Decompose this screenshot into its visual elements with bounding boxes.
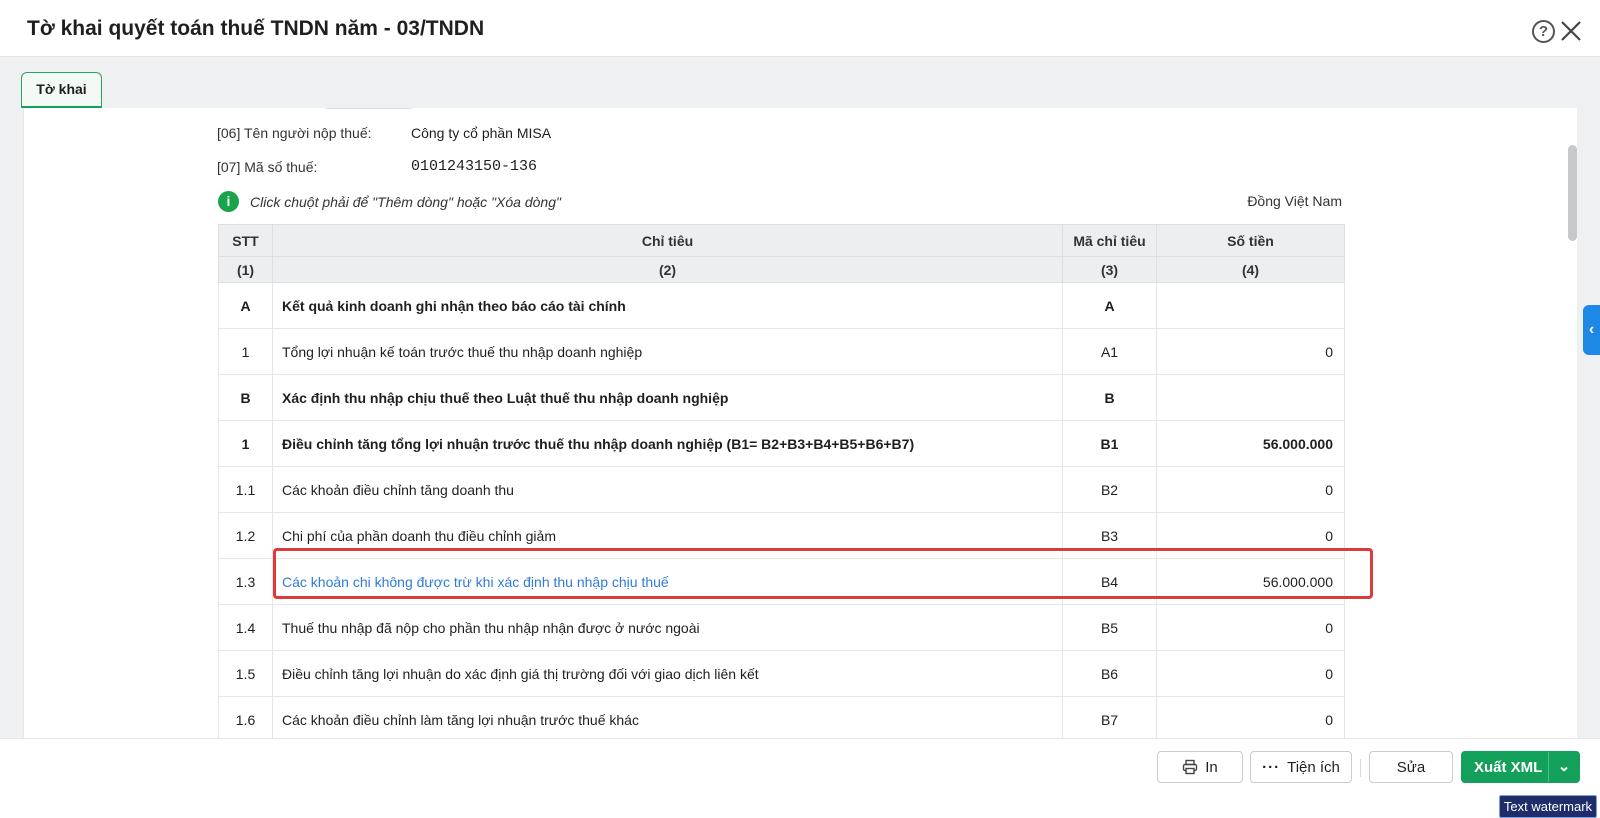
print-button[interactable]: In [1157,751,1243,783]
currency-label: Đồng Việt Nam [1247,193,1342,209]
row-desc: Điều chỉnh tăng lợi nhuận do xác định gi… [272,650,1063,697]
chevron-left-icon[interactable]: ‹ [1583,305,1600,355]
taxpayer-label: [06] Tên người nộp thuế: [217,125,372,141]
row-amount[interactable]: 0 [1156,650,1345,697]
row-code: A1 [1062,328,1157,375]
table-row[interactable]: 1 Điều chỉnh tăng tổng lợi nhuận trước t… [218,420,1345,467]
printer-icon [1183,759,1198,775]
table-row[interactable]: A Kết quả kinh doanh ghi nhận theo báo c… [218,282,1345,329]
vertical-scrollbar[interactable] [1568,145,1577,241]
row-amount[interactable]: 0 [1156,696,1345,738]
page-title: Tờ khai quyết toán thuế TNDN năm - 03/TN… [27,17,485,40]
col-header-desc: Chỉ tiêu [272,224,1063,257]
row-desc: Thuế thu nhập đã nộp cho phần thu nhập n… [272,604,1063,651]
taxpayer-value: Công ty cổ phần MISA [411,125,552,141]
row-desc: Các khoản điều chỉnh làm tăng lợi nhuận … [272,696,1063,738]
col-header-stt: STT [218,224,273,257]
declaration-table: STT Chỉ tiêu Mã chỉ tiêu Số tiền (1) (2)… [218,224,1345,738]
row-stt: 1.1 [218,466,273,513]
declaration-modal: Tờ khai quyết toán thuế TNDN năm - 03/TN… [0,0,1600,795]
row-amount[interactable]: 0 [1156,604,1345,651]
tools-label: Tiện ích [1287,758,1340,776]
row-stt: 1.4 [218,604,273,651]
close-icon[interactable] [1558,18,1584,44]
tools-button[interactable]: ··· Tiện ích [1250,751,1352,783]
table-row[interactable]: 1 Tổng lợi nhuận kế toán trước thuế thu … [218,328,1345,375]
col-header-code: Mã chỉ tiêu [1062,224,1157,257]
table-row[interactable]: 1.6 Các khoản điều chỉnh làm tăng lợi nh… [218,696,1345,738]
tab-declaration[interactable]: Tờ khai [21,72,102,109]
row-stt: 1.5 [218,650,273,697]
help-icon[interactable]: ? [1532,20,1555,43]
row-stt: 1 [218,328,273,375]
left-gutter [0,108,23,738]
footer-bar: In ··· Tiện ích Sửa Xuất XML ⌄ [0,738,1600,795]
chevron-down-icon[interactable]: ⌄ [1548,752,1579,782]
highlight-box [273,548,1373,599]
row-desc: Các khoản điều chỉnh tăng doanh thu [272,466,1063,513]
row-code: A [1062,282,1157,329]
inner-tab-stub [324,108,414,109]
declaration-content[interactable]: [06] Tên người nộp thuế: Công ty cổ phần… [23,108,1577,738]
table-row[interactable]: 1.5 Điều chỉnh tăng lợi nhuận do xác địn… [218,650,1345,697]
row-code: B7 [1062,696,1157,738]
export-xml-label: Xuất XML [1474,758,1543,776]
row-stt: 1.6 [218,696,273,738]
tab-bar: Tờ khai [0,56,1600,109]
hint: i Click chuột phải để "Thêm dòng" hoặc "… [218,191,561,212]
row-stt: 1.2 [218,512,273,559]
more-icon: ··· [1262,758,1281,776]
modal-header: Tờ khai quyết toán thuế TNDN năm - 03/TN… [0,0,1600,56]
row-code: B2 [1062,466,1157,513]
divider [1360,759,1361,777]
row-desc: Kết quả kinh doanh ghi nhận theo báo cáo… [272,282,1063,329]
row-amount[interactable]: 56.000.000 [1156,420,1345,467]
row-amount[interactable] [1156,282,1345,329]
row-desc: Tổng lợi nhuận kế toán trước thuế thu nh… [272,328,1063,375]
taxcode-label: [07] Mã số thuế: [217,159,318,175]
row-desc: Xác định thu nhập chịu thuế theo Luật th… [272,374,1063,421]
table-row[interactable]: 1.1 Các khoản điều chỉnh tăng doanh thu … [218,466,1345,513]
subheader-4: (4) [1156,256,1345,283]
subheader-1: (1) [218,256,273,283]
row-code: B1 [1062,420,1157,467]
row-desc: Điều chỉnh tăng tổng lợi nhuận trước thu… [272,420,1063,467]
taxcode-value: 0101243150-136 [411,158,538,175]
hint-text: Click chuột phải để "Thêm dòng" hoặc "Xó… [250,193,561,210]
row-stt: A [218,282,273,329]
col-header-amount: Số tiền [1156,224,1345,257]
table-subheader-row: (1) (2) (3) (4) [218,256,1345,283]
table-row[interactable]: B Xác định thu nhập chịu thuế theo Luật … [218,374,1345,421]
right-gutter [1577,108,1600,738]
row-code: B6 [1062,650,1157,697]
table-row[interactable]: 1.4 Thuế thu nhập đã nộp cho phần thu nh… [218,604,1345,651]
table-header-row: STT Chỉ tiêu Mã chỉ tiêu Số tiền [218,224,1345,257]
info-icon: i [218,191,239,212]
row-stt: B [218,374,273,421]
print-label: In [1205,758,1218,776]
row-amount[interactable] [1156,374,1345,421]
edit-button[interactable]: Sửa [1369,751,1453,783]
row-stt: 1.3 [218,558,273,605]
watermark: Text watermark [1499,795,1597,818]
row-code: B [1062,374,1157,421]
row-code: B5 [1062,604,1157,651]
row-stt: 1 [218,420,273,467]
subheader-2: (2) [272,256,1063,283]
export-xml-button[interactable]: Xuất XML ⌄ [1461,751,1580,783]
subheader-3: (3) [1062,256,1157,283]
row-amount[interactable]: 0 [1156,466,1345,513]
row-amount[interactable]: 0 [1156,328,1345,375]
